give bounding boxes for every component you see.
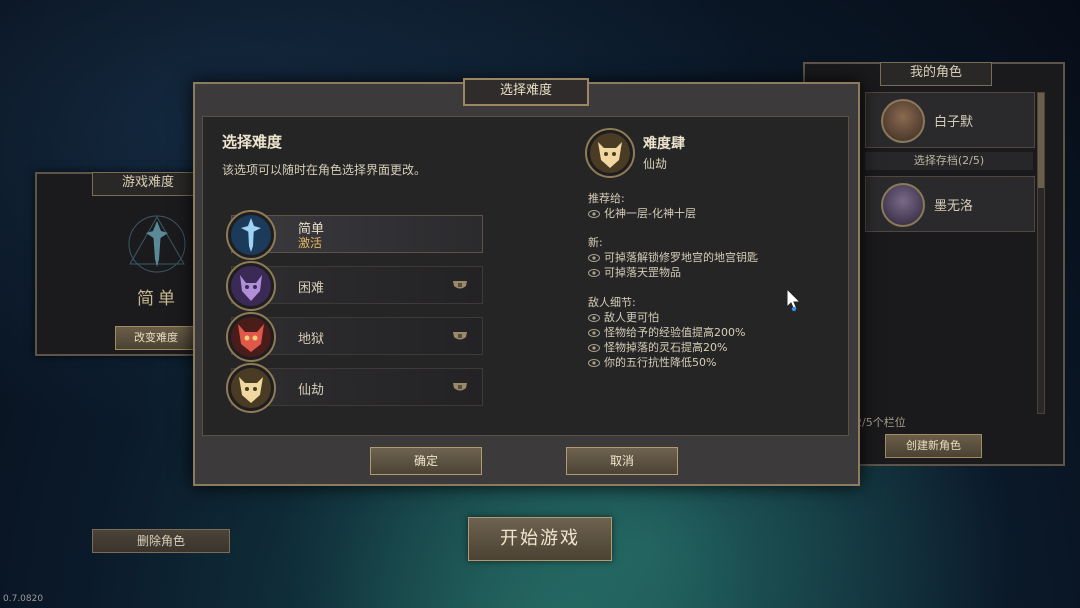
slots-count: 2/5个栏位 [855,416,906,429]
cancel-button[interactable]: 取消 [566,447,678,475]
character-name: 墨无洛 [934,199,974,214]
blue-sword-emblem-icon [226,210,276,260]
start-game-button[interactable]: 开始游戏 [468,517,612,561]
new-heading: 新: [588,236,603,249]
character-slot-2[interactable]: 墨无洛 [865,176,1035,232]
eye-bullet-icon [588,210,600,218]
lock-icon [453,383,467,391]
game-difficulty-card: 游戏难度 简单 改变难度 [35,172,204,356]
difficulty-option-celestial[interactable]: 仙劫 [226,363,483,413]
enemy-item: 怪物掉落的灵石提高20% [588,339,727,355]
current-difficulty: 简单 [137,289,179,309]
avatar [881,183,925,227]
eye-bullet-icon [588,359,600,367]
my-characters-title: 我的角色 [880,62,992,86]
difficulty-option-hard[interactable]: 困难 [226,261,483,311]
enemy-item: 怪物给予的经验值提高200% [588,324,745,340]
new-item: 可掉落解锁修罗地宫的地宫钥匙 [588,249,758,265]
eye-bullet-icon [588,329,600,337]
select-difficulty-dialog: 选择难度 选择难度 该选项可以随时在角色选择界面更改。 简单 激活 困难 地狱 … [193,78,860,486]
eye-bullet-icon [588,269,600,277]
detail-difficulty-sub: 仙劫 [643,157,668,171]
delete-character-button[interactable]: 删除角色 [92,529,230,553]
version-label: 0.7.0820 [3,594,44,604]
difficulty-label: 地狱 [298,332,325,347]
scrollbar[interactable] [1037,92,1045,414]
eye-bullet-icon [588,254,600,262]
scrollbar-thumb[interactable] [1038,93,1044,188]
detail-difficulty-name: 难度肆 [643,136,685,152]
difficulty-label: 仙劫 [298,383,325,398]
avatar [881,99,925,143]
purple-demon-emblem-icon [226,261,276,311]
dialog-content: 选择难度 该选项可以随时在角色选择界面更改。 简单 激活 困难 地狱 仙劫 难度… [202,116,849,436]
dialog-title: 选择难度 [222,133,283,151]
difficulty-status: 激活 [298,236,323,250]
gold-celestial-emblem-icon [226,363,276,413]
sword-emblem-icon [128,215,186,273]
eye-bullet-icon [588,344,600,352]
recommend-heading: 推荐给: [588,192,625,205]
red-demon-emblem-icon [226,312,276,362]
lock-icon [453,332,467,340]
mouse-cursor-icon [786,288,802,312]
enemy-text: 怪物掉落的灵石提高20% [604,341,728,354]
new-item: 可掉落天罡物品 [588,264,681,280]
enemy-item: 敌人更可怕 [588,309,659,325]
game-difficulty-title: 游戏难度 [92,172,204,196]
save-slot-label: 选择存档(2/5) [865,152,1033,170]
change-difficulty-button[interactable]: 改变难度 [115,326,197,350]
lock-icon [453,281,467,289]
enemy-heading: 敌人细节: [588,296,636,309]
recommend-item: 化神一层-化神十层 [588,205,696,221]
confirm-button[interactable]: 确定 [370,447,482,475]
difficulty-label: 困难 [298,281,325,296]
difficulty-option-easy[interactable]: 简单 激活 [226,210,483,260]
recommend-text: 化神一层-化神十层 [604,207,696,220]
new-text: 可掉落天罡物品 [604,266,681,279]
character-slot-1[interactable]: 白子默 [865,92,1035,148]
enemy-text: 你的五行抗性降低50% [604,356,717,369]
dialog-header: 选择难度 [463,78,589,106]
enemy-text: 怪物给予的经验值提高200% [604,326,746,339]
new-text: 可掉落解锁修罗地宫的地宫钥匙 [604,251,758,264]
gold-celestial-emblem-icon [585,128,635,178]
eye-bullet-icon [588,314,600,322]
enemy-item: 你的五行抗性降低50% [588,354,716,370]
difficulty-option-hell[interactable]: 地狱 [226,312,483,362]
enemy-text: 敌人更可怕 [604,311,659,324]
create-character-button[interactable]: 创建新角色 [885,434,982,458]
character-name: 白子默 [934,115,974,130]
dialog-description: 该选项可以随时在角色选择界面更改。 [222,163,427,177]
